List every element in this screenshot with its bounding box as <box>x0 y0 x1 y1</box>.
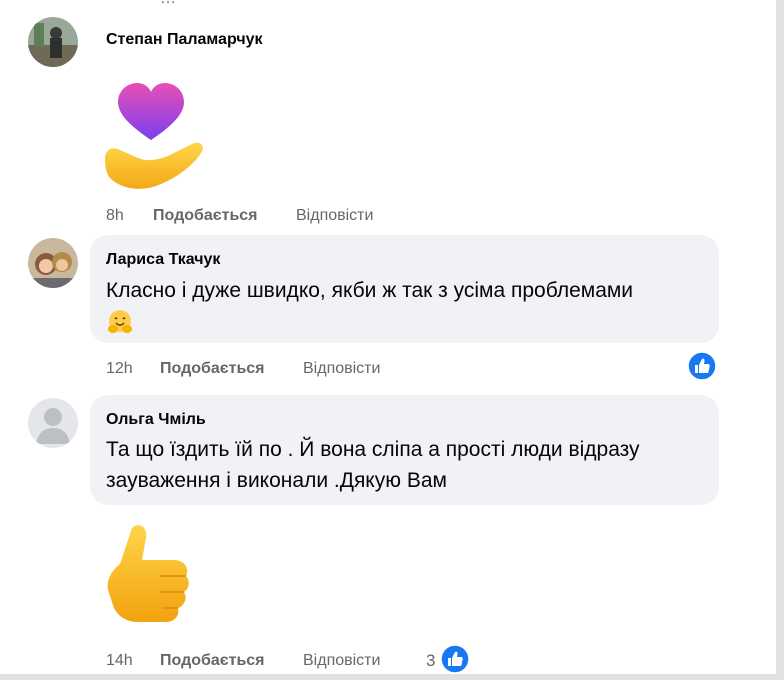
comment-text: Класно і дуже швидко, якби ж так з усіма… <box>106 279 634 302</box>
window-edge <box>776 0 784 680</box>
comment-text-line-2: зауваження і виконали .Дякую Вам <box>106 469 447 492</box>
like-icon[interactable] <box>687 351 717 381</box>
avatar[interactable] <box>28 238 78 288</box>
hugging-face-emoji <box>106 308 134 336</box>
previous-comment-cut-text: … <box>160 0 176 8</box>
reply-link[interactable]: Відповісти <box>303 360 380 378</box>
comment-time[interactable]: 12h <box>106 360 133 378</box>
comment-author[interactable]: Лариса Ткачук <box>106 251 220 269</box>
like-link[interactable]: Подобається <box>160 360 265 378</box>
reaction-count[interactable]: 3 <box>426 651 435 671</box>
comment-text-line-1: Та що їздить їй по . Й вона сліпа а прос… <box>106 438 640 461</box>
comment-author[interactable]: Ольга Чміль <box>106 411 206 429</box>
comment-time[interactable]: 14h <box>106 652 133 670</box>
heart-hand-sticker <box>100 78 210 193</box>
default-avatar-icon <box>28 398 78 448</box>
comment-time[interactable]: 8h <box>106 207 124 225</box>
like-link[interactable]: Подобається <box>153 207 258 225</box>
avatar[interactable] <box>28 398 78 448</box>
like-link[interactable]: Подобається <box>160 652 265 670</box>
thumbs-up-sticker <box>100 520 200 630</box>
window-edge <box>0 674 784 680</box>
reply-link[interactable]: Відповісти <box>296 207 373 225</box>
comment-author[interactable]: Степан Паламарчук <box>106 31 263 49</box>
reply-link[interactable]: Відповісти <box>303 652 380 670</box>
avatar[interactable] <box>28 17 78 67</box>
avatar-photo-icon <box>28 17 78 67</box>
like-icon[interactable] <box>440 644 470 674</box>
avatar-photo-icon <box>28 238 78 288</box>
